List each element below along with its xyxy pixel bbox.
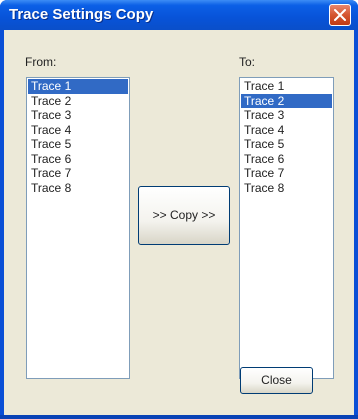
- list-item[interactable]: Trace 7: [28, 166, 128, 181]
- to-label: To:: [239, 55, 256, 69]
- from-label: From:: [25, 55, 57, 69]
- to-listbox[interactable]: Trace 1 Trace 2 Trace 3 Trace 4 Trace 5 Trace…: [239, 77, 334, 379]
- window-close-button[interactable]: [329, 4, 351, 26]
- list-item[interactable]: Trace 3: [241, 108, 332, 123]
- list-item[interactable]: Trace 6: [28, 152, 128, 167]
- list-item[interactable]: Trace 4: [28, 123, 128, 138]
- window-frame-bottom: [0, 415, 358, 419]
- from-listbox[interactable]: Trace 1 Trace 2 Trace 3 Trace 4 Trace 5 Trace…: [26, 77, 130, 379]
- list-item[interactable]: Trace 7: [241, 166, 332, 181]
- copy-button[interactable]: >> Copy >>: [138, 186, 230, 245]
- list-item[interactable]: Trace 1: [241, 79, 332, 94]
- list-item[interactable]: Trace 4: [241, 123, 332, 138]
- title-bar[interactable]: Trace Settings Copy: [0, 0, 358, 30]
- list-item[interactable]: Trace 6: [241, 152, 332, 167]
- list-item[interactable]: Trace 5: [28, 137, 128, 152]
- list-item[interactable]: Trace 8: [28, 181, 128, 196]
- list-item[interactable]: Trace 8: [241, 181, 332, 196]
- list-item[interactable]: Trace 3: [28, 108, 128, 123]
- close-button[interactable]: Close: [240, 367, 313, 394]
- dialog-window: Trace Settings Copy From: Trace 1 Trace 2…: [0, 0, 358, 419]
- list-item[interactable]: Trace 1: [28, 79, 128, 94]
- window-title: Trace Settings Copy: [9, 6, 154, 23]
- dialog-body: From: Trace 1 Trace 2 Trace 3 Trace 4 Trace …: [4, 30, 354, 415]
- list-item[interactable]: Trace 2: [241, 93, 332, 108]
- close-icon: [334, 9, 346, 21]
- list-item[interactable]: Trace 5: [241, 137, 332, 152]
- list-item[interactable]: Trace 2: [28, 94, 128, 109]
